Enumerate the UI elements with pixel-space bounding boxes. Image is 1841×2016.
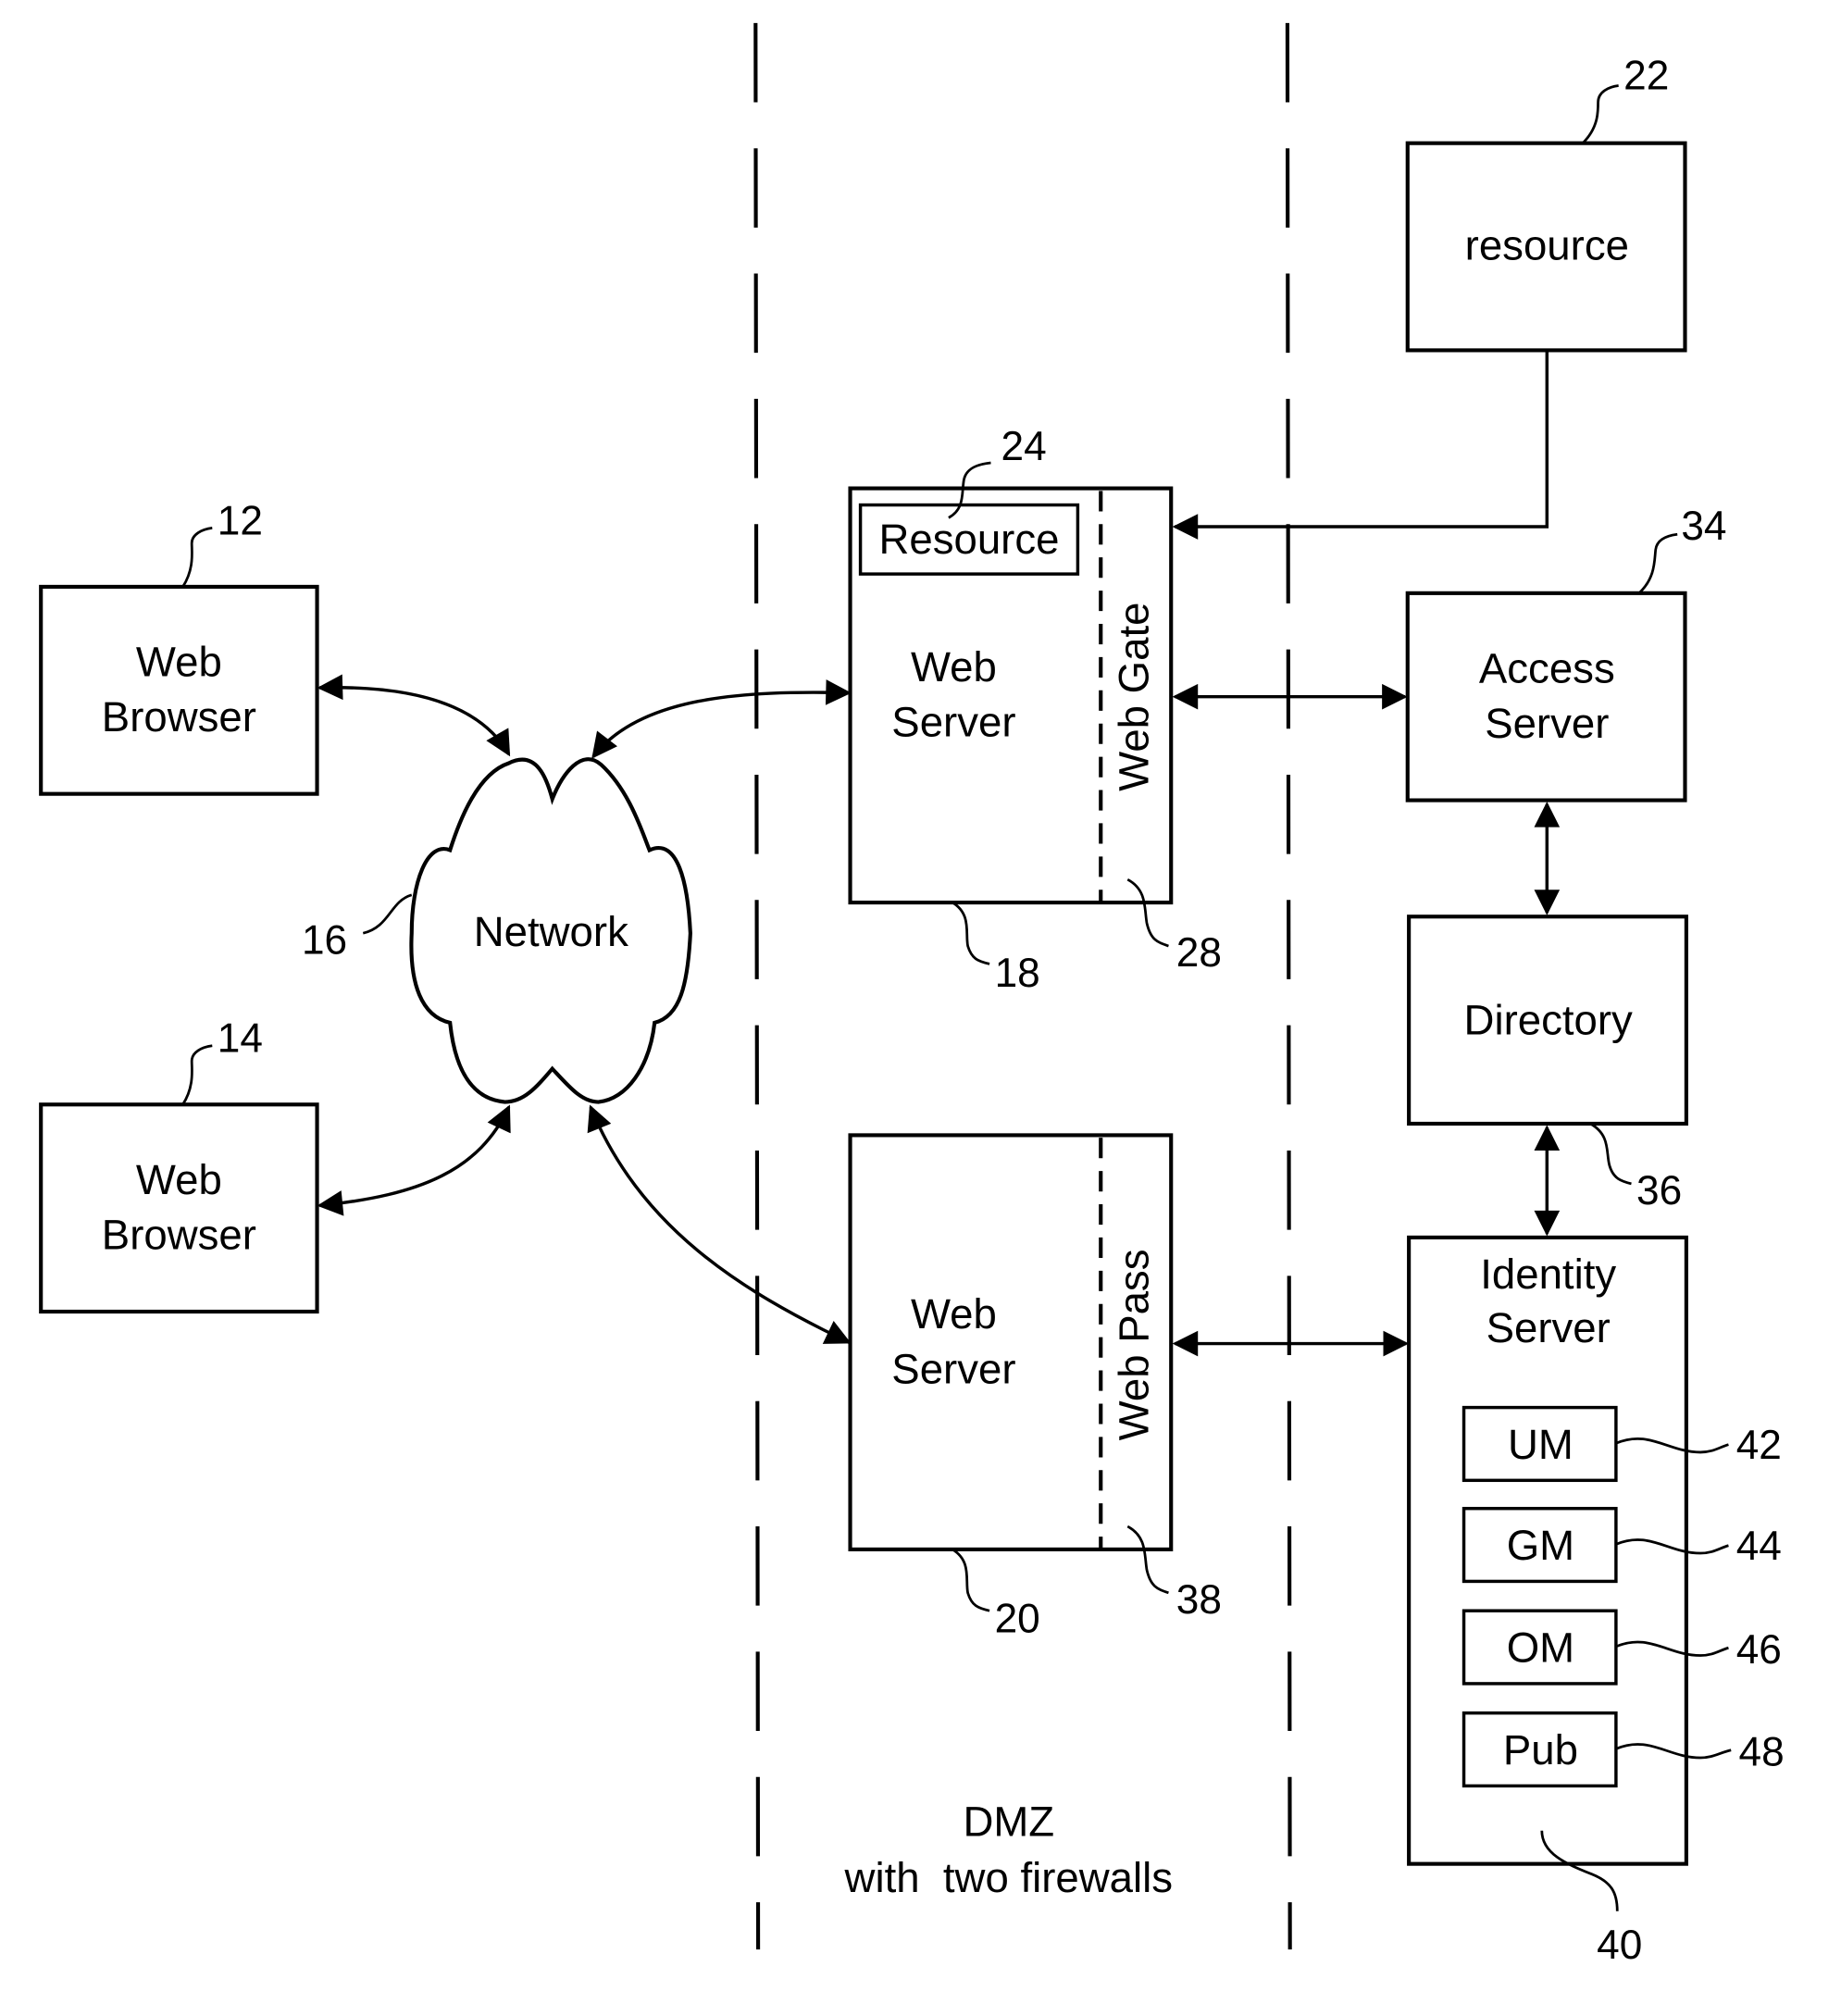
ref-22: 22 [1623, 54, 1669, 99]
module-gm[interactable]: GM [1462, 1506, 1618, 1584]
web-browser-12-line2: Browser [102, 693, 256, 740]
arrow-browser14-network [317, 1104, 511, 1216]
ref-leader-20 [952, 1548, 990, 1612]
identity-server-line1: Identity [1480, 1251, 1616, 1298]
web-browser-12[interactable]: Web Browser [39, 584, 319, 796]
web-server-18[interactable]: Resource Web Server Web Gate [848, 486, 1174, 905]
resource-24-label: Resource [878, 516, 1059, 563]
dmz-label: DMZ [963, 1798, 1054, 1845]
module-om[interactable]: OM [1462, 1609, 1618, 1686]
ref-12: 12 [218, 498, 263, 543]
firewall-line-inner [1285, 22, 1292, 1950]
web-server-18-line2: Server [891, 699, 1015, 746]
ref-16: 16 [302, 917, 347, 963]
access-server-line1: Access [1479, 645, 1615, 692]
ref-leader-22 [1582, 84, 1619, 144]
web-server-20[interactable]: Web Server Web Pass [848, 1133, 1174, 1551]
directory-36[interactable]: Directory [1407, 915, 1688, 1126]
ref-leader-34 [1637, 532, 1678, 594]
ref-24: 24 [1001, 424, 1047, 469]
firewall-line-outer [753, 22, 761, 1950]
web-browser-14-line1: Web [136, 1156, 222, 1203]
resource-22[interactable]: resource [1405, 141, 1687, 353]
ref-38: 38 [1176, 1577, 1222, 1623]
module-um-label: UM [1508, 1421, 1574, 1468]
ref-leader-14 [181, 1044, 213, 1106]
web-browser-14[interactable]: Web Browser [39, 1102, 319, 1314]
module-um[interactable]: UM [1462, 1405, 1618, 1483]
ref-leader-16 [362, 893, 413, 935]
network-cloud[interactable]: Network [409, 757, 692, 1104]
web-server-20-line2: Server [891, 1345, 1015, 1392]
ref-14: 14 [218, 1016, 263, 1062]
ref-leader-18 [952, 901, 990, 965]
arrow-network-webserver18 [591, 679, 852, 759]
ref-34: 34 [1681, 504, 1726, 549]
dmz-sublabel: with two firewalls [844, 1854, 1173, 1901]
network-label: Network [474, 908, 628, 955]
ref-40: 40 [1597, 1923, 1642, 1968]
web-server-18-line1: Web [911, 643, 997, 691]
ref-20: 20 [995, 1597, 1040, 1642]
ref-46: 46 [1736, 1627, 1782, 1673]
ref-44: 44 [1736, 1524, 1782, 1569]
module-om-label: OM [1507, 1624, 1574, 1671]
access-server-34[interactable]: Access Server [1405, 591, 1687, 803]
module-pub[interactable]: Pub [1462, 1711, 1618, 1788]
arrow-resource-webgate [1172, 350, 1549, 540]
ref-18: 18 [995, 951, 1040, 996]
identity-server-40[interactable]: Identity Server UM GM OM Pub [1407, 1235, 1688, 1866]
module-gm-label: GM [1507, 1522, 1574, 1569]
ref-leader-36 [1589, 1122, 1632, 1186]
ref-28: 28 [1176, 930, 1222, 976]
architecture-diagram: DMZ with two firewalls Web Browser 12 We… [39, 22, 1785, 1968]
web-server-20-line1: Web [911, 1290, 997, 1338]
ref-42: 42 [1736, 1423, 1782, 1468]
ref-48: 48 [1738, 1729, 1784, 1774]
web-pass-label: Web Pass [1110, 1250, 1157, 1441]
arrow-network-webserver20 [587, 1104, 852, 1344]
access-server-line2: Server [1485, 700, 1609, 747]
arrow-browser12-network [317, 674, 511, 757]
web-browser-14-line2: Browser [102, 1211, 256, 1258]
module-pub-label: Pub [1503, 1726, 1578, 1773]
identity-server-line2: Server [1486, 1304, 1611, 1351]
ref-36: 36 [1636, 1168, 1682, 1213]
ref-leader-12 [181, 527, 213, 588]
web-gate-label: Web Gate [1110, 603, 1157, 791]
web-browser-12-line1: Web [136, 639, 222, 686]
resource-22-label: resource [1465, 221, 1629, 268]
directory-label: Directory [1464, 996, 1634, 1043]
